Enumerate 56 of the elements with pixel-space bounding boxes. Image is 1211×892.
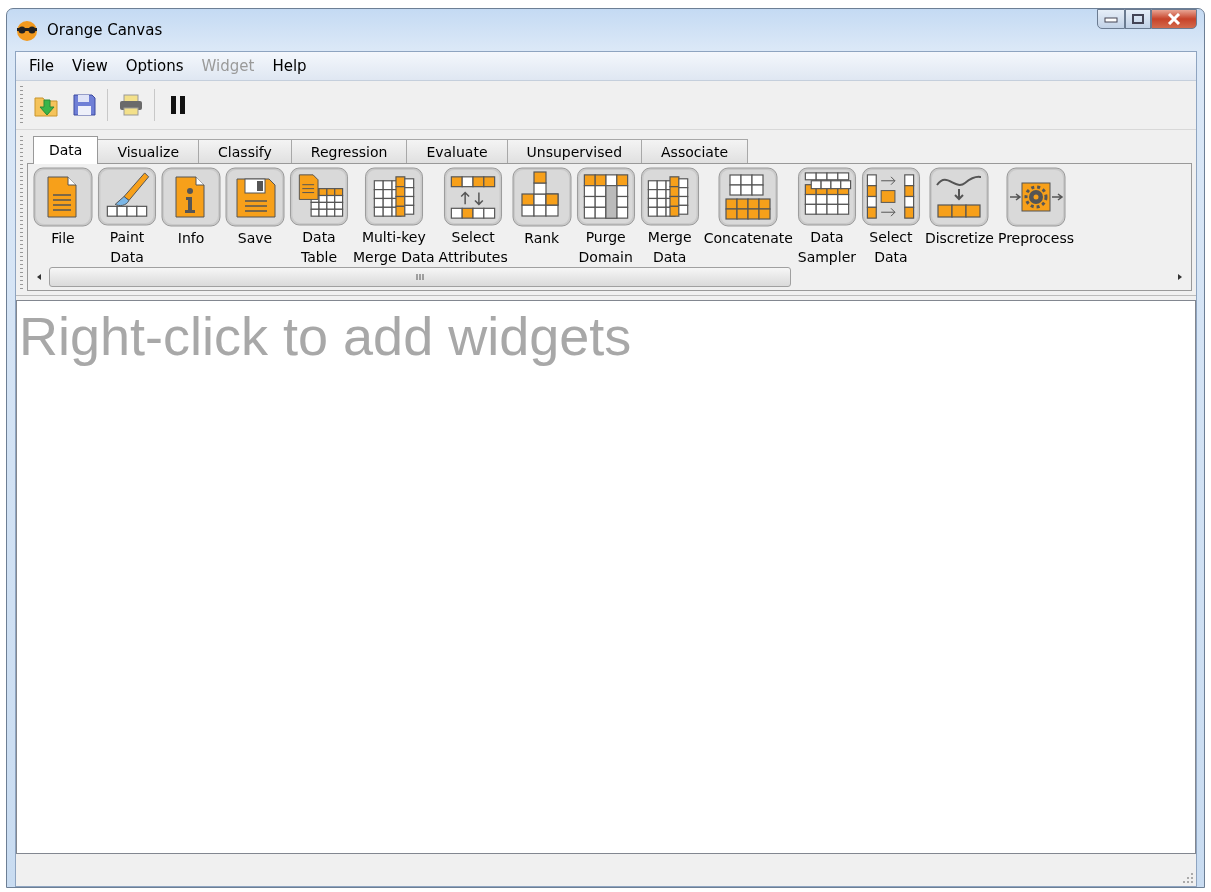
- widget-icon: [796, 167, 857, 226]
- widget-button[interactable]: Info: [161, 167, 221, 267]
- widget-icon: [575, 167, 636, 226]
- widget-icon: [511, 167, 572, 227]
- widget-button[interactable]: Select Attributes: [438, 167, 508, 267]
- widget-icon: [639, 167, 700, 226]
- maximize-button[interactable]: [1125, 9, 1151, 29]
- printer-icon: [118, 92, 144, 118]
- widget-button[interactable]: Multi-key Merge Data: [353, 167, 435, 267]
- minimize-icon: [1104, 15, 1118, 23]
- widget-button[interactable]: Data Table: [289, 167, 349, 267]
- left-arrow-icon: [35, 273, 43, 281]
- widget-button[interactable]: Purge Domain: [575, 167, 636, 267]
- minimize-button[interactable]: [1097, 9, 1125, 29]
- widget-icon: [33, 167, 93, 227]
- widget-button[interactable]: Rank: [511, 167, 572, 267]
- widget-icon: [363, 167, 424, 226]
- save-icon: [71, 92, 97, 118]
- widget-button[interactable]: File: [33, 167, 93, 267]
- tab[interactable]: Data: [33, 136, 99, 164]
- widget-button[interactable]: Preprocess: [997, 167, 1074, 267]
- widget-button[interactable]: Merge Data: [639, 167, 700, 267]
- app-logo-icon: [15, 19, 39, 41]
- widget-icon: [443, 167, 504, 226]
- tab[interactable]: Regression: [290, 139, 408, 163]
- widget-icon: [929, 167, 990, 227]
- widget-icon: [860, 167, 921, 226]
- menu-item[interactable]: Help: [263, 55, 316, 77]
- widget-icon: [161, 167, 221, 227]
- widget-icon: [97, 167, 157, 226]
- canvas-hint: Right-click to add widgets: [18, 305, 633, 367]
- widget-button[interactable]: Discretize: [924, 167, 994, 267]
- menu-item[interactable]: Options: [116, 55, 193, 77]
- widget-icon: [289, 167, 349, 226]
- tab[interactable]: Evaluate: [406, 139, 508, 163]
- widget-button[interactable]: Data Sampler: [796, 167, 857, 267]
- menu-item[interactable]: View: [63, 55, 117, 77]
- widget-button[interactable]: Save: [225, 167, 285, 267]
- maximize-icon: [1132, 14, 1144, 24]
- resize-grip-icon: [1182, 872, 1194, 884]
- window-title: Orange Canvas: [47, 21, 164, 39]
- close-icon: [1167, 13, 1181, 25]
- widget-button[interactable]: Paint Data: [97, 167, 157, 267]
- tab[interactable]: Unsupervised: [506, 139, 643, 163]
- close-button[interactable]: [1151, 9, 1197, 29]
- menu-item[interactable]: File: [20, 55, 64, 77]
- widget-icon: [225, 167, 285, 227]
- tab[interactable]: Associate: [641, 139, 749, 163]
- right-arrow-icon: [1176, 273, 1184, 281]
- widget-button[interactable]: Select Data: [860, 167, 921, 267]
- tab[interactable]: Visualize: [97, 139, 200, 163]
- widget-button[interactable]: Concatenate: [703, 167, 793, 267]
- widget-icon: [1006, 167, 1066, 227]
- grip-icon: [414, 273, 425, 281]
- tab[interactable]: Classify: [198, 139, 292, 163]
- widget-icon: [718, 167, 779, 227]
